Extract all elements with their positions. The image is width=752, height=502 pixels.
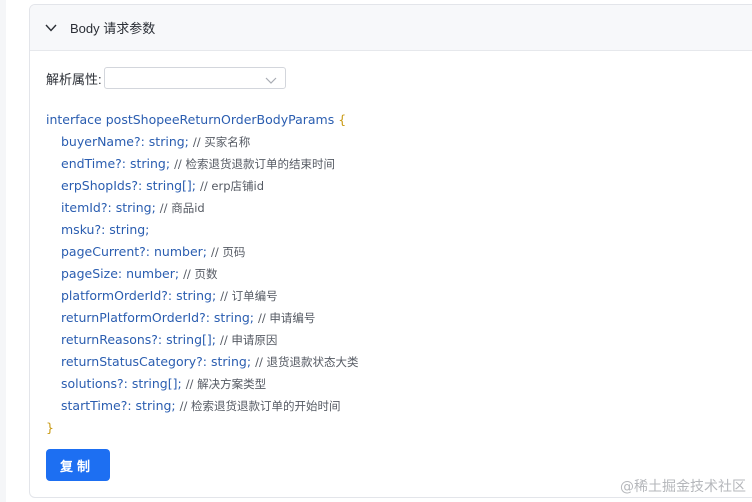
- field-comment: // 页码: [210, 245, 246, 259]
- field-name: endTime?:: [61, 156, 126, 171]
- code-line-field: returnStatusCategory?: string; // 退货退款状态…: [46, 351, 358, 373]
- code-line-field: solutions?: string[]; // 解决方案类型: [46, 373, 358, 395]
- left-gutter: [0, 0, 6, 502]
- code-line-interface: interface postShopeeReturnOrderBodyParam…: [46, 109, 358, 131]
- code-line-field: platformOrderId?: string; // 订单编号: [46, 285, 358, 307]
- field-comment: // 订单编号: [220, 289, 278, 303]
- field-type: string;: [213, 310, 255, 325]
- field-type: string[];: [166, 332, 216, 347]
- code-line-field: pageSize: number; // 页数: [46, 263, 358, 285]
- field-comment: // 解决方案类型: [185, 377, 267, 391]
- field-type: number;: [126, 266, 180, 281]
- code-line-field: erpShopIds?: string[]; // erp店铺id: [46, 175, 358, 197]
- field-type: string;: [210, 354, 252, 369]
- field-name: returnReasons?:: [61, 332, 163, 347]
- field-name: pageCurrent?:: [61, 244, 151, 259]
- field-comment: // 退货退款状态大类: [255, 355, 359, 369]
- copy-button[interactable]: 复制: [46, 449, 110, 481]
- field-name: returnPlatformOrderId?:: [61, 310, 210, 325]
- code-line-close: }: [46, 417, 358, 439]
- field-comment: // 检索退货退款订单的结束时间: [174, 157, 335, 171]
- field-name: pageSize:: [61, 266, 123, 281]
- parse-attribute-select[interactable]: [103, 67, 286, 89]
- open-brace: {: [338, 112, 347, 127]
- field-comment: // erp店铺id: [200, 179, 265, 193]
- code-line-field: endTime?: string; // 检索退货退款订单的结束时间: [46, 153, 358, 175]
- field-name: solutions?:: [61, 376, 128, 391]
- field-name: erpShopIds?:: [61, 178, 143, 193]
- code-line-field: returnReasons?: string[]; // 申请原因: [46, 329, 358, 351]
- body-params-panel: Body 请求参数 解析属性: interface postShopeeRetu…: [29, 4, 752, 498]
- field-name: platformOrderId?:: [61, 288, 173, 303]
- field-comment: // 页数: [183, 267, 218, 281]
- field-type: string;: [129, 156, 171, 171]
- field-name: msku?:: [61, 222, 106, 237]
- code-line-field: buyerName?: string; // 买家名称: [46, 131, 358, 153]
- field-comment: // 申请原因: [219, 333, 278, 347]
- field-type: number;: [154, 244, 207, 259]
- close-brace: }: [46, 420, 54, 435]
- field-type: string;: [176, 288, 217, 303]
- panel-header[interactable]: Body 请求参数: [30, 5, 752, 51]
- interface-name: postShopeeReturnOrderBodyParams: [105, 112, 335, 127]
- parse-attribute-row: 解析属性:: [46, 67, 286, 89]
- field-comment: // 买家名称: [192, 135, 251, 149]
- field-name: startTime?:: [61, 398, 132, 413]
- field-comment: // 申请编号: [258, 311, 316, 325]
- field-type: string;: [135, 398, 176, 413]
- interface-code-block: interface postShopeeReturnOrderBodyParam…: [46, 109, 358, 439]
- interface-fields: buyerName?: string; // 买家名称 endTime?: str…: [46, 131, 358, 417]
- parse-attribute-label: 解析属性:: [46, 71, 102, 87]
- field-type: string;: [109, 222, 150, 237]
- watermark: @稀土掘金技术社区: [620, 479, 746, 495]
- field-name: buyerName?:: [61, 134, 145, 149]
- code-line-field: msku?: string;: [46, 219, 358, 241]
- field-comment: // 检索退货退款订单的开始时间: [179, 399, 341, 413]
- code-line-field: returnPlatformOrderId?: string; // 申请编号: [46, 307, 358, 329]
- panel-title: Body 请求参数: [70, 21, 156, 36]
- field-type: string[];: [146, 178, 197, 193]
- code-line-field: pageCurrent?: number; // 页码: [46, 241, 358, 263]
- field-type: string;: [148, 134, 189, 149]
- field-type: string;: [115, 200, 156, 215]
- field-name: returnStatusCategory?:: [61, 354, 207, 369]
- field-type: string[];: [131, 376, 182, 391]
- interface-keyword: interface: [46, 112, 102, 127]
- code-line-field: startTime?: string; // 检索退货退款订单的开始时间: [46, 395, 358, 417]
- chevron-down-icon[interactable]: [44, 21, 58, 35]
- field-name: itemId?:: [61, 200, 112, 215]
- field-comment: // 商品id: [159, 201, 205, 215]
- code-line-field: itemId?: string; // 商品id: [46, 197, 358, 219]
- chevron-down-icon: [265, 73, 277, 84]
